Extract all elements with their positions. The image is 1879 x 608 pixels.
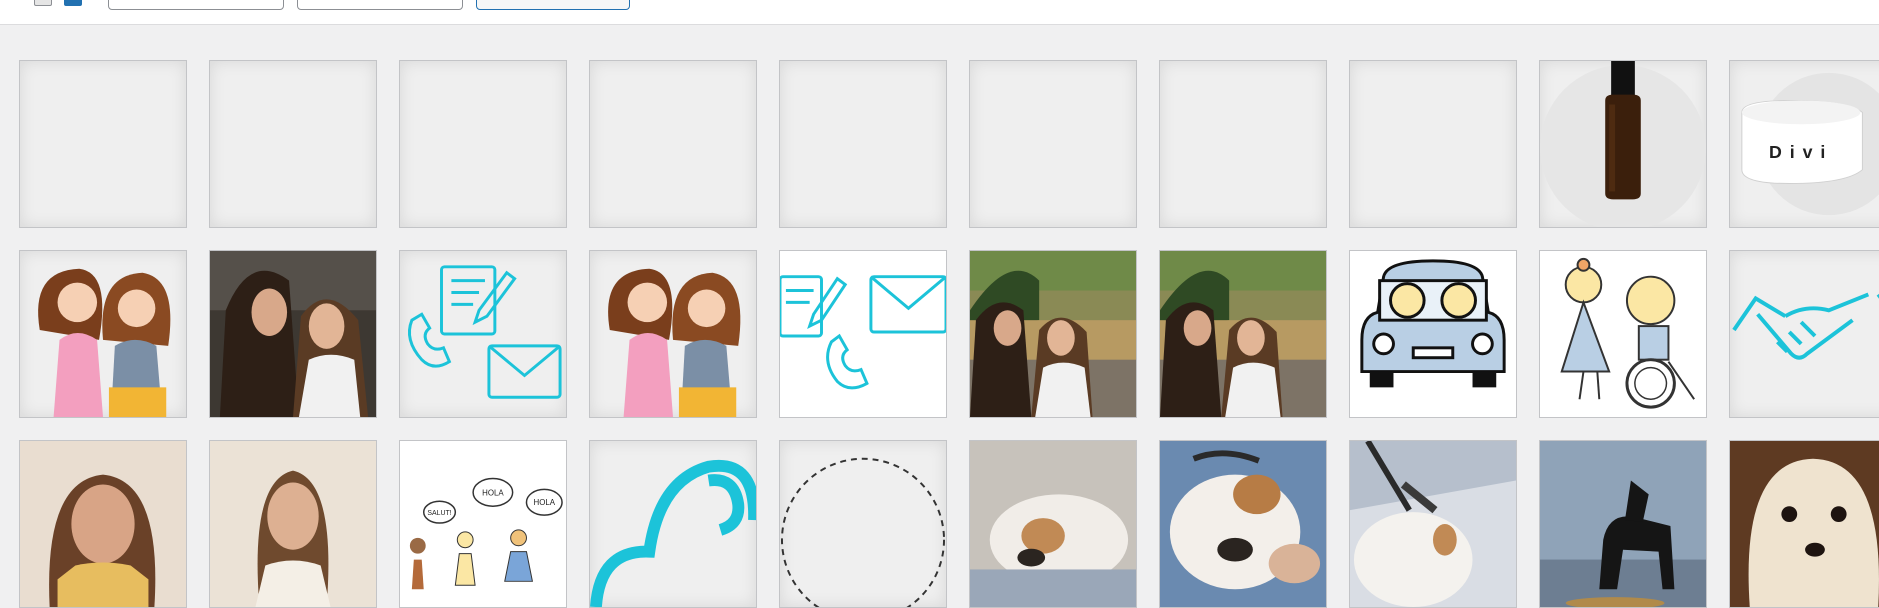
cyan-shape-image: [590, 459, 756, 607]
cartoon-women-image-2: [608, 268, 741, 417]
bottle-image: [1540, 61, 1706, 227]
media-type-filter-select[interactable]: [108, 0, 284, 10]
media-item-photo-black-dog[interactable]: [1539, 440, 1707, 608]
field-photo-2: [1160, 251, 1326, 417]
bulk-select-button[interactable]: [476, 0, 630, 10]
media-item-placeholder-6[interactable]: [969, 60, 1137, 228]
media-item-photo-bulldog-2[interactable]: [1159, 440, 1327, 608]
media-item-placeholder-4[interactable]: [589, 60, 757, 228]
speech-bubble-2: HOLA: [482, 488, 504, 497]
divi-jar-image: Divi: [1741, 72, 1879, 216]
media-item-divi-jar[interactable]: Divi: [1729, 60, 1879, 228]
bulk-select-checkbox[interactable]: [64, 0, 82, 6]
media-item-placeholder-2[interactable]: [209, 60, 377, 228]
media-item-contact-icons[interactable]: [399, 250, 567, 418]
terrier-photo: [1730, 441, 1879, 607]
media-item-placeholder-5[interactable]: [779, 60, 947, 228]
media-item-placeholder-7[interactable]: [1159, 60, 1327, 228]
car-drawing-image: [1360, 259, 1506, 388]
contact-icons-image-2: [780, 275, 946, 390]
media-item-dashed-circle[interactable]: [779, 440, 947, 608]
media-item-cyan-shape[interactable]: [589, 440, 757, 608]
media-item-contact-icons-2[interactable]: [779, 250, 947, 418]
media-item-photo-field-2[interactable]: [1159, 250, 1327, 418]
media-item-kids-speech[interactable]: SALUT! HOLA HOLA: [399, 440, 567, 608]
dashed-circle-image: [781, 457, 945, 607]
media-item-cartoon-women[interactable]: [19, 250, 187, 418]
media-item-placeholder-1[interactable]: [19, 60, 187, 228]
media-toolbar: [0, 0, 1879, 25]
contact-icons-image: [408, 265, 562, 399]
media-item-photo-terrier[interactable]: [1729, 440, 1879, 608]
select-all-checkbox[interactable]: [34, 0, 52, 6]
wheelchair-drawing-image: [1560, 257, 1695, 409]
media-item-photo-bulldog-3[interactable]: [1349, 440, 1517, 608]
media-item-photo-two-women[interactable]: [209, 250, 377, 418]
two-women-photo: [210, 251, 376, 417]
media-item-bottle[interactable]: [1539, 60, 1707, 228]
black-dog-photo: [1540, 441, 1706, 607]
bulldog-photo-2: [1160, 441, 1326, 607]
media-item-photo-field-1[interactable]: [969, 250, 1137, 418]
kids-speech-image: SALUT! HOLA HOLA: [409, 477, 563, 590]
media-item-car-drawing[interactable]: [1349, 250, 1517, 418]
media-item-handshake-icon[interactable]: [1729, 250, 1879, 418]
bulldog-photo-1: [970, 441, 1136, 607]
speech-bubble-1: SALUT!: [427, 510, 451, 517]
media-item-photo-woman-1[interactable]: [19, 440, 187, 608]
handshake-icon: [1732, 292, 1879, 360]
media-item-placeholder-3[interactable]: [399, 60, 567, 228]
bulldog-photo-3: [1350, 441, 1516, 607]
media-item-photo-woman-2[interactable]: [209, 440, 377, 608]
divi-label: Divi: [1769, 142, 1833, 162]
speech-bubble-3: HOLA: [534, 498, 556, 507]
woman-photo-2: [210, 441, 376, 607]
media-item-photo-bulldog-1[interactable]: [969, 440, 1137, 608]
woman-photo-1: [20, 441, 186, 607]
cartoon-women-image: [38, 268, 171, 417]
media-item-placeholder-8[interactable]: [1349, 60, 1517, 228]
media-item-wheelchair-drawing[interactable]: [1539, 250, 1707, 418]
media-item-cartoon-women-2[interactable]: [589, 250, 757, 418]
date-filter-select[interactable]: [297, 0, 463, 10]
field-photo-1: [970, 251, 1136, 417]
